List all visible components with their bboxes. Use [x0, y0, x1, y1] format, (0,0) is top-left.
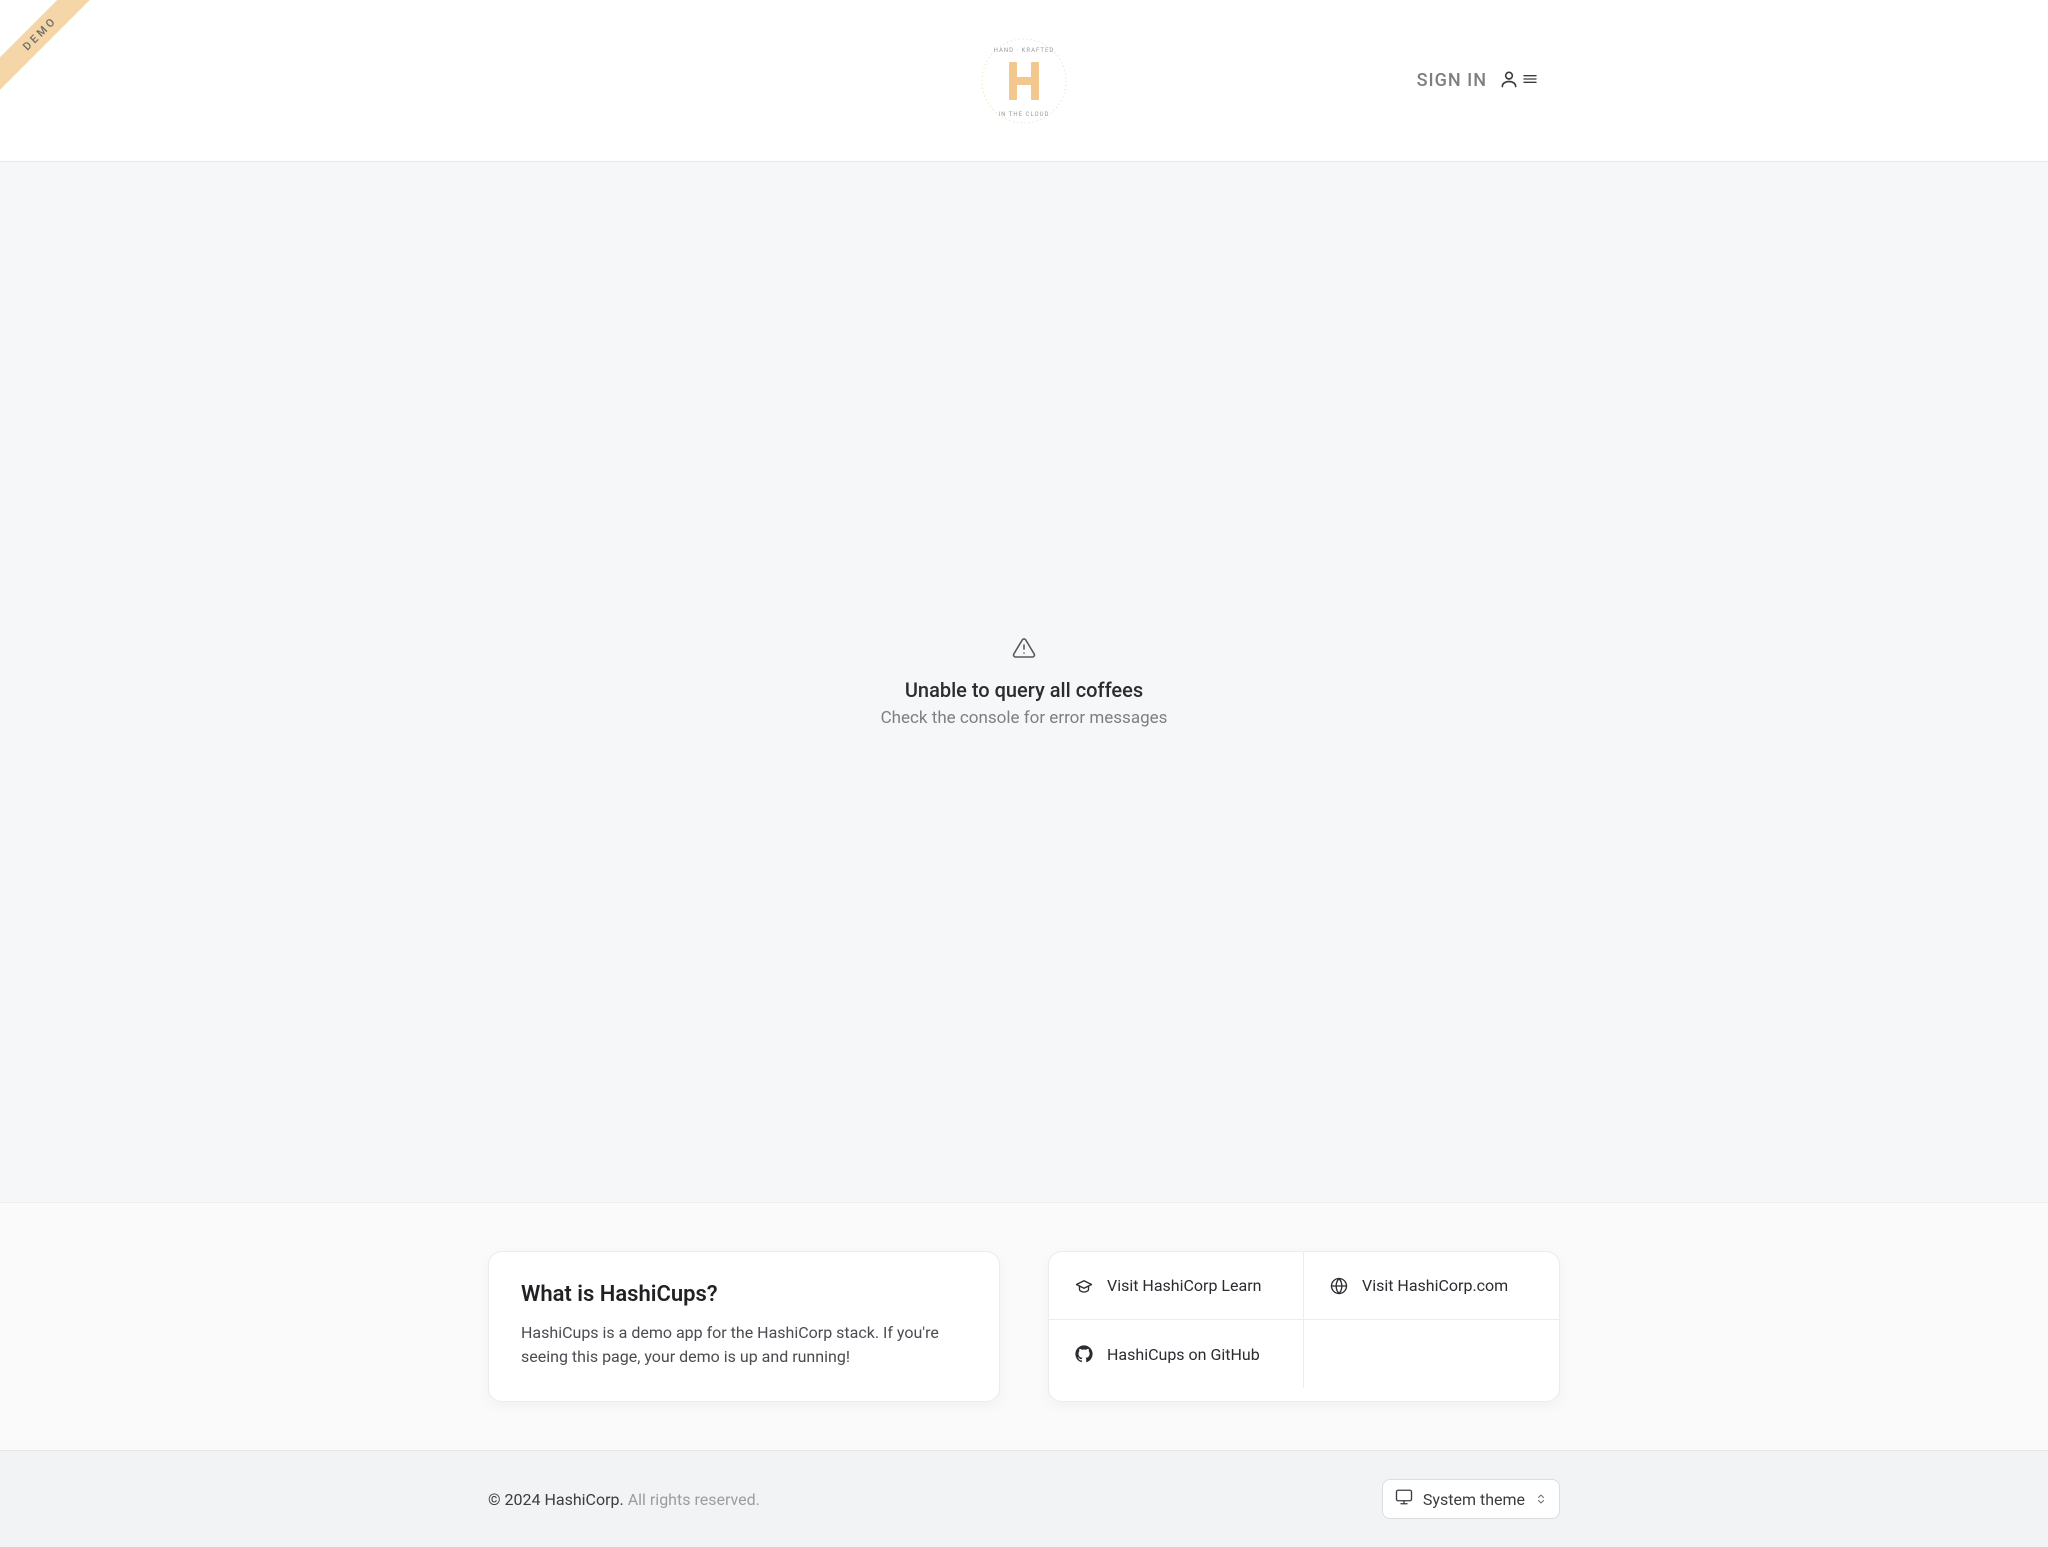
- user-menu-button[interactable]: [1499, 69, 1538, 93]
- github-icon: [1075, 1345, 1093, 1363]
- links-card: Visit HashiCorp Learn Visit HashiCorp.co…: [1048, 1251, 1560, 1402]
- chevron-updown-icon: [1535, 1491, 1547, 1507]
- globe-icon: [1330, 1277, 1348, 1295]
- link-label: HashiCups on GitHub: [1107, 1345, 1260, 1364]
- sign-in-link[interactable]: SIGN IN: [1417, 70, 1487, 91]
- about-card-title: What is HashiCups?: [521, 1282, 967, 1307]
- menu-icon: [1522, 69, 1538, 93]
- site-header: HAND · KRAFTED IN THE CLOUD SIGN IN: [0, 0, 2048, 162]
- svg-text:HAND · KRAFTED: HAND · KRAFTED: [994, 47, 1055, 54]
- logo[interactable]: HAND · KRAFTED IN THE CLOUD: [979, 36, 1069, 126]
- link-hashicorp-site[interactable]: Visit HashiCorp.com: [1304, 1252, 1559, 1320]
- site-footer: © 2024 HashiCorp. All rights reserved. S…: [0, 1450, 2048, 1547]
- user-icon: [1499, 69, 1519, 93]
- theme-label: System theme: [1423, 1490, 1525, 1509]
- copyright-muted: All rights reserved.: [628, 1490, 760, 1509]
- about-card-body: HashiCups is a demo app for the HashiCor…: [521, 1321, 967, 1369]
- svg-text:IN THE CLOUD: IN THE CLOUD: [999, 111, 1050, 118]
- graduation-icon: [1075, 1277, 1093, 1295]
- theme-selector[interactable]: System theme: [1382, 1479, 1560, 1519]
- copyright: © 2024 HashiCorp. All rights reserved.: [488, 1490, 760, 1509]
- monitor-icon: [1395, 1488, 1413, 1510]
- header-actions: SIGN IN: [1417, 69, 1538, 93]
- error-message: Unable to query all coffees Check the co…: [881, 636, 1168, 728]
- link-github[interactable]: HashiCups on GitHub: [1049, 1320, 1304, 1388]
- alert-triangle-icon: [1012, 636, 1036, 660]
- about-card: What is HashiCups? HashiCups is a demo a…: [488, 1251, 1000, 1402]
- error-subtitle: Check the console for error messages: [881, 708, 1168, 728]
- error-title: Unable to query all coffees: [881, 678, 1168, 702]
- copyright-strong: © 2024 HashiCorp.: [488, 1490, 624, 1509]
- main-content: Unable to query all coffees Check the co…: [0, 162, 2048, 1202]
- link-hashicorp-learn[interactable]: Visit HashiCorp Learn: [1049, 1252, 1304, 1320]
- link-label: Visit HashiCorp.com: [1362, 1276, 1508, 1295]
- hashicups-logo-icon: HAND · KRAFTED IN THE CLOUD: [979, 36, 1069, 126]
- demo-ribbon: DEMO: [0, 0, 120, 120]
- link-label: Visit HashiCorp Learn: [1107, 1276, 1261, 1295]
- demo-ribbon-label: DEMO: [0, 0, 105, 98]
- info-section: What is HashiCups? HashiCups is a demo a…: [0, 1202, 2048, 1450]
